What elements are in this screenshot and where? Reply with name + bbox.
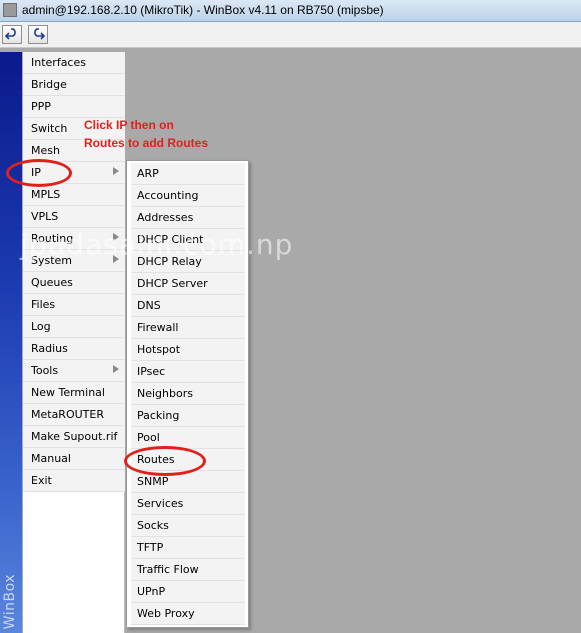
menu-item-label: MPLS: [31, 188, 61, 201]
menu-item-label: Routing: [31, 232, 74, 245]
menu-item-files[interactable]: Files: [23, 294, 125, 316]
ip-submenu-item-upnp[interactable]: UPnP: [131, 581, 245, 603]
ip-submenu-item-label: ARP: [137, 167, 159, 180]
menu-item-label: MetaROUTER: [31, 408, 104, 421]
ip-submenu-item-socks[interactable]: Socks: [131, 515, 245, 537]
menu-item-label: Mesh: [31, 144, 60, 157]
ip-submenu-item-label: DNS: [137, 299, 161, 312]
menu-item-label: Interfaces: [31, 56, 86, 69]
menu-item-interfaces[interactable]: Interfaces: [23, 52, 125, 74]
ip-submenu-item-label: Firewall: [137, 321, 179, 334]
ip-submenu-item-label: TFTP: [137, 541, 164, 554]
ip-submenu-item-dhcp-client[interactable]: DHCP Client: [131, 229, 245, 251]
ip-submenu-item-tftp[interactable]: TFTP: [131, 537, 245, 559]
routes-highlight-circle: [124, 446, 206, 476]
ip-submenu-item-label: Hotspot: [137, 343, 181, 356]
ip-submenu-item-packing[interactable]: Packing: [131, 405, 245, 427]
ip-submenu-item-label: DHCP Client: [137, 233, 204, 246]
undo-button[interactable]: [2, 25, 22, 44]
menu-item-label: Make Supout.rif: [31, 430, 118, 443]
menu-item-label: VPLS: [31, 210, 59, 223]
menu-item-queues[interactable]: Queues: [23, 272, 125, 294]
ip-submenu-item-services[interactable]: Services: [131, 493, 245, 515]
menu-item-new-terminal[interactable]: New Terminal: [23, 382, 125, 404]
ip-submenu: ARP Accounting Addresses DHCP Client DHCP Re…: [126, 160, 249, 628]
ip-submenu-item-label: Accounting: [137, 189, 199, 202]
menu-item-label: Bridge: [31, 78, 67, 91]
ip-submenu-item-label: Addresses: [137, 211, 194, 224]
menu-item-label: PPP: [31, 100, 51, 113]
ip-submenu-item-firewall[interactable]: Firewall: [131, 317, 245, 339]
menu-item-label: Switch: [31, 122, 68, 135]
menu-item-label: Files: [31, 298, 56, 311]
menu-item-log[interactable]: Log: [23, 316, 125, 338]
ip-submenu-item-label: DHCP Relay: [137, 255, 202, 268]
ip-submenu-item-neighbors[interactable]: Neighbors: [131, 383, 245, 405]
menu-item-manual[interactable]: Manual: [23, 448, 125, 470]
ip-submenu-item-traffic-flow[interactable]: Traffic Flow: [131, 559, 245, 581]
undo-icon: [5, 27, 16, 40]
ip-submenu-item-accounting[interactable]: Accounting: [131, 185, 245, 207]
ip-submenu-item-web-proxy[interactable]: Web Proxy: [131, 603, 245, 625]
ip-submenu-item-addresses[interactable]: Addresses: [131, 207, 245, 229]
app-icon: [3, 3, 17, 17]
ip-submenu-item-label: DHCP Server: [137, 277, 208, 290]
menu-item-metarouter[interactable]: MetaROUTER: [23, 404, 125, 426]
menu-item-label: Log: [31, 320, 51, 333]
ip-submenu-item-label: Packing: [137, 409, 180, 422]
submenu-arrow-icon: [113, 255, 119, 263]
ip-submenu-item-pool[interactable]: Pool: [131, 427, 245, 449]
ip-submenu-item-dhcp-server[interactable]: DHCP Server: [131, 273, 245, 295]
ip-submenu-item-hotspot[interactable]: Hotspot: [131, 339, 245, 361]
ip-submenu-item-arp[interactable]: ARP: [131, 163, 245, 185]
redo-icon: [34, 27, 45, 40]
annotation-line-1: Click IP then on: [84, 118, 174, 132]
ip-submenu-item-label: SNMP: [137, 475, 169, 488]
menu-item-exit[interactable]: Exit: [23, 470, 125, 492]
winbox-side-strip: WinBox: [0, 52, 22, 633]
submenu-arrow-icon: [113, 167, 119, 175]
ip-submenu-item-label: Neighbors: [137, 387, 193, 400]
menu-item-system[interactable]: System: [23, 250, 125, 272]
ip-submenu-item-label: Services: [137, 497, 184, 510]
annotation-line-2: Routes to add Routes: [84, 136, 209, 150]
menu-item-vpls[interactable]: VPLS: [23, 206, 125, 228]
menu-item-label: Radius: [31, 342, 68, 355]
toolbar: [0, 22, 581, 48]
menu-item-make-supout-rif[interactable]: Make Supout.rif: [23, 426, 125, 448]
menu-item-radius[interactable]: Radius: [23, 338, 125, 360]
ip-submenu-item-label: Socks: [137, 519, 169, 532]
ip-submenu-item-label: Web Proxy: [137, 607, 195, 620]
instruction-annotation: Click IP then on Routes to add Routes: [84, 116, 244, 152]
menu-item-label: Exit: [31, 474, 52, 487]
ip-highlight-circle: [6, 159, 72, 187]
redo-button[interactable]: [28, 25, 48, 44]
menu-item-label: System: [31, 254, 73, 267]
menu-item-ppp[interactable]: PPP: [23, 96, 125, 118]
menu-item-label: Manual: [31, 452, 71, 465]
ip-submenu-item-label: Traffic Flow: [137, 563, 199, 576]
ip-submenu-item-label: UPnP: [137, 585, 166, 598]
submenu-arrow-icon: [113, 233, 119, 241]
ip-submenu-item-ipsec[interactable]: IPsec: [131, 361, 245, 383]
ip-submenu-item-dhcp-relay[interactable]: DHCP Relay: [131, 251, 245, 273]
title-bar: admin@192.168.2.10 (MikroTik) - WinBox v…: [0, 0, 581, 22]
menu-item-routing[interactable]: Routing: [23, 228, 125, 250]
menu-item-tools[interactable]: Tools: [23, 360, 125, 382]
menu-item-bridge[interactable]: Bridge: [23, 74, 125, 96]
menu-item-label: Queues: [31, 276, 73, 289]
ip-submenu-item-label: IPsec: [137, 365, 166, 378]
ip-submenu-item-dns[interactable]: DNS: [131, 295, 245, 317]
menu-item-label: New Terminal: [31, 386, 105, 399]
window-title: admin@192.168.2.10 (MikroTik) - WinBox v…: [22, 3, 384, 17]
submenu-arrow-icon: [113, 365, 119, 373]
winbox-brand: WinBox: [2, 573, 18, 629]
menu-item-label: Tools: [31, 364, 59, 377]
ip-submenu-item-label: Pool: [137, 431, 160, 444]
menu-item-mpls[interactable]: MPLS: [23, 184, 125, 206]
